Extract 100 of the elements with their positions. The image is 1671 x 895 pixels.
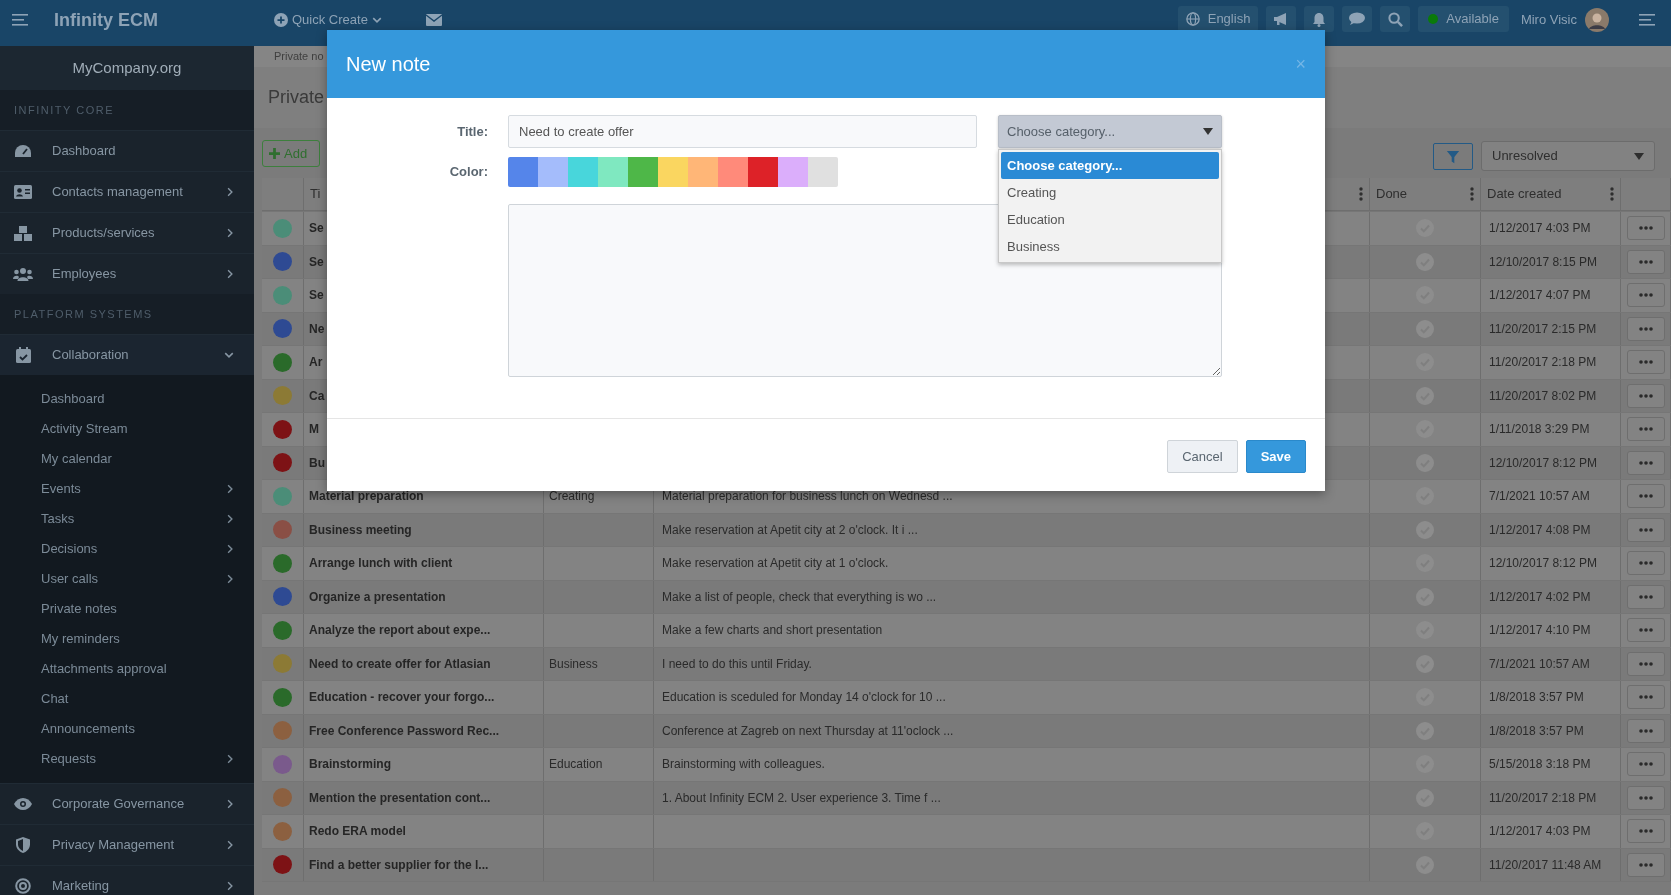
row-actions-button[interactable] [1626,819,1665,844]
table-cell-text: Ar [309,354,323,372]
color-swatch[interactable] [688,157,718,187]
color-swatch[interactable] [748,157,778,187]
kebab-menu-icon[interactable] [1470,187,1474,201]
color-swatch[interactable] [538,157,568,187]
table-cell-text: 1/12/2017 4:03 PM [1489,220,1591,238]
submenu-item[interactable]: My calendar [0,444,254,474]
color-swatch[interactable] [598,157,628,187]
row-actions-button[interactable] [1626,551,1665,576]
more-icon [1638,829,1653,834]
boxes-icon [14,225,32,241]
submenu-item[interactable]: My reminders [0,624,254,654]
sidebar-item[interactable]: Corporate Governance [0,783,254,824]
submenu-item[interactable]: Decisions [0,534,254,564]
row-actions-button[interactable] [1626,417,1665,442]
dropdown-option[interactable]: Creating [1001,179,1219,206]
table-cell-text: Ne [309,320,325,338]
row-actions-button[interactable] [1626,752,1665,777]
page-title: Private [268,86,325,109]
column-header[interactable]: Done [1376,184,1408,204]
submenu-item[interactable]: Chat [0,684,254,714]
row-actions-button[interactable] [1626,584,1665,609]
category-select[interactable]: Choose category... [998,115,1222,148]
sidebar-item[interactable]: Dashboard [0,130,254,171]
column-header[interactable]: Ti [310,184,321,204]
announcements-button[interactable] [1266,6,1297,32]
color-swatch[interactable] [808,157,838,187]
row-actions-button[interactable] [1626,852,1665,877]
submenu-item[interactable]: Announcements [0,714,254,744]
envelope-icon[interactable] [425,14,442,26]
row-actions-button[interactable] [1626,618,1665,643]
row-actions-button[interactable] [1626,216,1665,241]
row-actions-button[interactable] [1626,484,1665,509]
submenu-item[interactable]: Private notes [0,594,254,624]
language-button[interactable]: English [1177,6,1259,32]
cancel-button[interactable]: Cancel [1167,440,1238,473]
user-name[interactable]: Miro Visic [1520,10,1577,30]
table-cell-text: Ca [309,387,325,405]
color-swatch[interactable] [778,157,808,187]
submenu-item[interactable]: User calls [0,564,254,594]
color-swatch[interactable] [718,157,748,187]
table-cell-text: Mention the presentation cont... [309,789,491,807]
sidebar-item[interactable]: Products/services [0,212,254,253]
eye-icon [14,798,32,810]
table-cell-text: Se [309,253,324,271]
submenu-item[interactable]: Requests [0,744,254,774]
row-actions-button[interactable] [1626,249,1665,274]
column-header[interactable]: Date created [1487,184,1562,204]
row-actions-button[interactable] [1626,651,1665,676]
row-actions-button[interactable] [1626,785,1665,810]
filter-button[interactable] [1433,143,1473,170]
row-actions-button[interactable] [1626,350,1665,375]
save-button[interactable]: Save [1245,440,1306,473]
color-swatch[interactable] [658,157,688,187]
table-cell-text: Business meeting [309,521,412,539]
table-cell-text: Business [549,655,598,673]
chat-button[interactable] [1342,6,1373,32]
notifications-button[interactable] [1304,6,1335,32]
sidebar-item[interactable]: Marketing [0,865,254,895]
sidebar-item[interactable]: Contacts management [0,171,254,212]
submenu-item[interactable]: Events [0,474,254,504]
row-actions-button[interactable] [1626,316,1665,341]
table-cell-text: Redo ERA model [309,823,406,841]
row-actions-button[interactable] [1626,685,1665,710]
status-dot [1428,14,1439,24]
more-icon [1638,561,1653,566]
submenu-item[interactable]: Tasks [0,504,254,534]
avatar-icon [1585,8,1609,32]
submenu-item[interactable]: Dashboard [0,384,254,414]
row-actions-button[interactable] [1626,383,1665,408]
note-textarea[interactable] [508,204,1222,377]
row-actions-button[interactable] [1626,283,1665,308]
color-swatch[interactable] [628,157,658,187]
dropdown-option[interactable]: Business [1001,233,1219,260]
row-actions-button[interactable] [1626,517,1665,542]
title-input[interactable]: Need to create offer [508,115,977,148]
table-cell-text: 1/12/2017 4:02 PM [1489,588,1591,606]
table-cell-text: Material preparation [309,488,424,506]
status-button[interactable]: Available [1418,6,1509,32]
field-label: Title: [456,122,488,141]
menu-icon[interactable] [1639,14,1655,26]
color-swatch[interactable] [568,157,598,187]
status-filter-select[interactable]: Unresolved [1481,141,1655,171]
color-swatch[interactable] [508,157,538,187]
sidebar-item[interactable]: Privacy Management [0,824,254,865]
search-button[interactable] [1380,6,1411,32]
menu-icon[interactable] [12,14,28,26]
sidebar-item[interactable]: Collaboration [0,334,254,375]
kebab-menu-icon[interactable] [1359,187,1363,201]
dropdown-option[interactable]: Choose category... [1001,152,1219,179]
table-cell-text: Material preparation for business lunch on Wednesd ... [662,488,953,506]
dropdown-option[interactable]: Education [1001,206,1219,233]
row-actions-button[interactable] [1626,718,1665,743]
bell-icon [1312,11,1327,27]
submenu-item[interactable]: Activity Stream [0,414,254,444]
submenu-item[interactable]: Attachments approval [0,654,254,684]
chevron-right-icon [226,269,234,279]
kebab-menu-icon[interactable] [1610,187,1614,201]
row-actions-button[interactable] [1626,450,1665,475]
